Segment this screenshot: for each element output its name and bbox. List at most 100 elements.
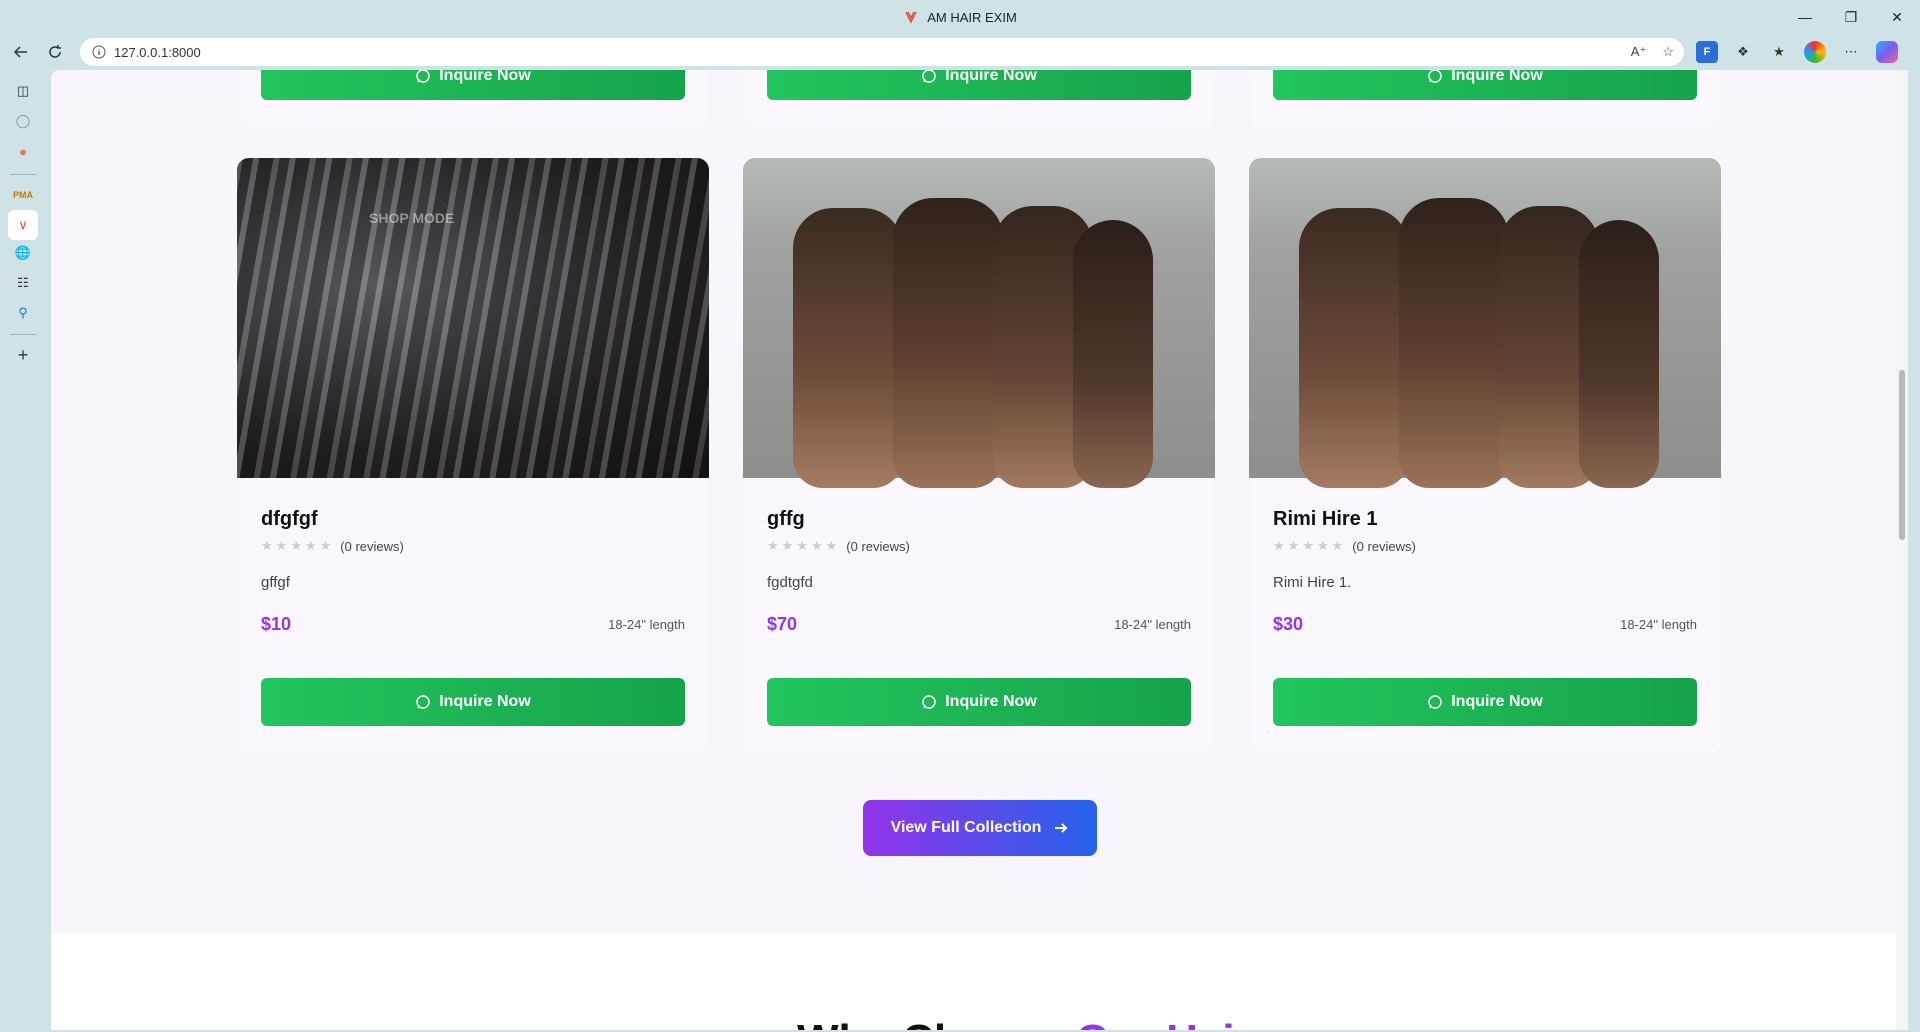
product-image[interactable] [743,158,1215,488]
extensions-puzzle-icon[interactable]: ❖ [1732,41,1754,63]
whatsapp-icon [416,70,430,83]
star-icon: ★ [796,538,808,553]
review-count: (0 reviews) [846,538,910,554]
button-label: Inquire Now [945,693,1037,710]
product-title[interactable]: dfgfgf [261,508,318,531]
info-icon[interactable] [92,45,106,59]
review-count: (0 reviews) [340,538,404,554]
product-card-prev: Inquire Now [1249,70,1721,126]
close-icon[interactable]: ✕ [1874,0,1920,34]
product-price: $30 [1273,614,1304,634]
browser-sidebar: ◫ ◯ ● PMA ∨ 🌐 ☷ ⚲ + [0,70,46,1032]
sidebar-divider [10,174,36,175]
search-icon[interactable]: ⚲ [8,298,38,328]
review-count: (0 reviews) [1352,538,1416,554]
star-icon: ★ [261,538,273,553]
star-icon: ★ [810,538,823,553]
product-price: $70 [767,614,798,634]
url-text[interactable]: 127.0.0.1:8000 [114,45,201,60]
whatsapp-icon [922,70,936,83]
whatsapp-icon [922,695,936,709]
hair-bundle-shape [1299,208,1409,488]
product-price: $10 [261,614,292,634]
product-description: gffgf [261,574,290,591]
arrow-right-icon [1055,823,1068,833]
more-options-icon[interactable]: ⋯ [1840,41,1862,63]
product-card: gffg ★ ★ ★ ★ ★ (0 reviews) fgdtgfd $70 18-24… [743,158,1215,754]
image-watermark: SHOP MODE [369,210,455,226]
product-title[interactable]: Rimi Hire 1 [1273,508,1377,531]
add-icon[interactable]: + [8,340,38,370]
rating-stars: ★ ★ ★ ★ ★ (0 reviews) [1273,538,1416,554]
star-icon: ★ [290,538,302,553]
inquire-button[interactable]: Inquire Now [261,70,685,100]
browser-toolbar: 127.0.0.1:8000 A⁺ ☆ F ❖ ★ ⋯ [0,34,1920,70]
scrollbar-thumb[interactable] [1899,370,1905,540]
rating-stars: ★ ★ ★ ★ ★ (0 reviews) [261,538,404,554]
star-icon: ★ [1273,538,1285,553]
favorite-star-icon[interactable]: ☆ [1662,44,1674,60]
tab-actions-icon[interactable]: ◫ [8,76,38,106]
github-icon[interactable]: ◯ [8,106,38,136]
hair-bundle-shape [1073,220,1153,488]
app-icon[interactable]: ● [8,136,38,166]
product-description: Rimi Hire 1. [1273,574,1352,591]
star-icon: ★ [1287,538,1300,553]
button-label: Inquire Now [439,693,531,710]
inquire-button[interactable]: Inquire Now [767,678,1191,726]
refresh-icon[interactable] [40,37,70,67]
product-image[interactable]: SHOP MODE [237,158,709,478]
window-title-text: AM HAIR EXIM [927,9,1017,25]
restore-icon[interactable]: ❐ [1828,0,1874,34]
product-length: 18-24" length [1620,617,1697,632]
product-image[interactable] [1249,158,1721,488]
star-icon: ★ [781,538,794,553]
page-scrollbar[interactable] [1896,70,1908,1030]
section-heading: Why Choose Our Hair [797,1016,1252,1030]
product-title[interactable]: gffg [767,508,805,531]
product-length: 18-24" length [1114,617,1191,632]
button-label: Inquire Now [439,70,531,84]
whatsapp-icon [1428,695,1442,709]
why-choose-section: Why Choose Our Hair [51,934,1896,1030]
star-icon: ★ [304,538,317,553]
page-viewport: Inquire Now Inquire Now Inquire Now SHOP… [51,70,1908,1030]
star-icon: ★ [275,538,288,553]
extension-icon[interactable]: F [1696,41,1718,63]
sidebar-divider [10,334,36,335]
active-tab-logo-icon[interactable]: ∨ [8,210,38,240]
window-controls: — ❐ ✕ [1782,0,1920,34]
hair-bundle-shape [1579,220,1659,488]
hair-bundle-shape [793,208,903,488]
button-label: Inquire Now [1451,70,1543,84]
heading-text: Why Choose [797,1016,1076,1030]
product-length: 18-24" length [608,617,685,632]
address-bar[interactable]: 127.0.0.1:8000 A⁺ ☆ [80,38,1684,66]
star-icon: ★ [1331,538,1344,553]
inquire-button[interactable]: Inquire Now [1273,70,1697,100]
product-card: SHOP MODE dfgfgf ★ ★ ★ ★ ★ (0 reviews) gffgf… [237,158,709,754]
view-full-collection-button[interactable]: View Full Collection [863,800,1097,856]
window-title: AM HAIR EXIM [903,9,1017,25]
product-card-prev: Inquire Now [237,70,709,126]
site-logo-icon [905,11,917,24]
profile-avatar-icon[interactable] [1804,41,1826,63]
copilot-icon[interactable] [1876,41,1898,63]
read-aloud-icon[interactable]: A⁺ [1631,44,1647,60]
document-icon[interactable]: ☷ [8,268,38,298]
whatsapp-icon [1428,70,1442,83]
star-icon: ★ [767,538,779,553]
minimize-icon[interactable]: — [1782,0,1828,34]
star-icon: ★ [825,538,838,553]
globe-icon[interactable]: 🌐 [8,238,38,268]
back-icon[interactable] [6,37,36,67]
inquire-button[interactable]: Inquire Now [767,70,1191,100]
inquire-button[interactable]: Inquire Now [261,678,685,726]
pma-icon[interactable]: PMA [8,180,38,210]
button-label: Inquire Now [1451,693,1543,710]
button-label: Inquire Now [945,70,1037,84]
favorites-icon[interactable]: ★ [1768,41,1790,63]
inquire-button[interactable]: Inquire Now [1273,678,1697,726]
product-description: fgdtgfd [767,574,813,591]
star-icon: ★ [1316,538,1329,553]
